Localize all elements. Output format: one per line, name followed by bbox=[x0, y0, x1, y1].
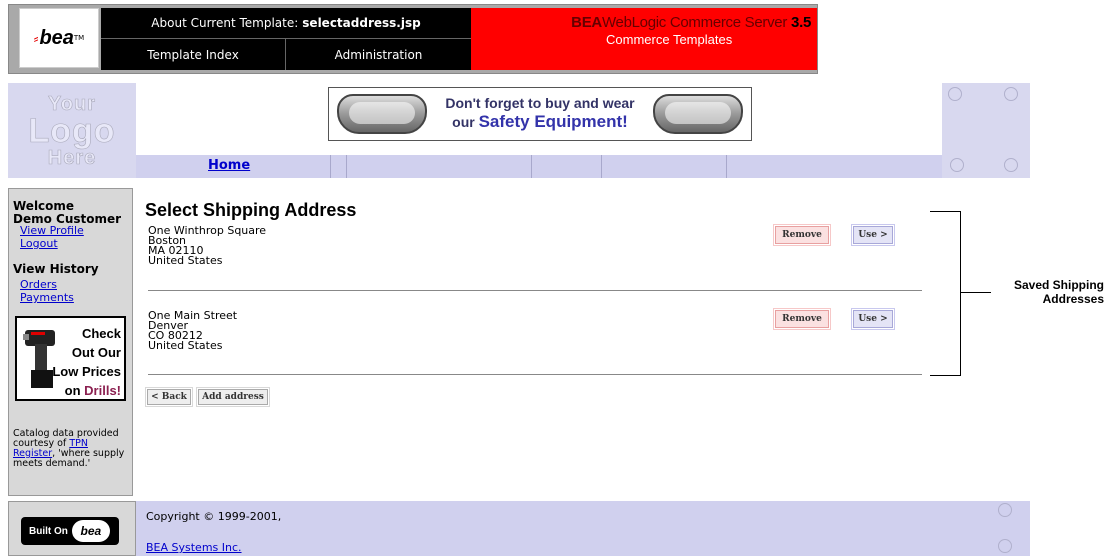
drill-ad-last-bold: Drills! bbox=[84, 383, 121, 398]
crosshair-icon bbox=[998, 503, 1012, 517]
product-name: WebLogic Commerce Server bbox=[601, 14, 788, 31]
about-template-label: About Current Template: bbox=[151, 16, 299, 30]
product-version: 3.5 bbox=[791, 14, 811, 31]
bea-systems-link[interactable]: BEA Systems Inc. bbox=[146, 541, 242, 554]
strip-divider bbox=[726, 155, 727, 178]
drill-ad-line: Low Prices bbox=[52, 364, 121, 379]
product-title: BEAWebLogic Commerce Server 3.5 bbox=[571, 14, 811, 31]
callout-leader-line bbox=[961, 292, 991, 293]
address-country: United States bbox=[148, 339, 223, 352]
ad-line-2: our Safety Equipment! bbox=[435, 112, 645, 132]
crosshair-icon bbox=[998, 539, 1012, 553]
address-divider bbox=[148, 374, 922, 375]
catalog-note-prefix: Catalog data provided courtesy of bbox=[13, 428, 119, 449]
orders-link[interactable]: Orders bbox=[20, 278, 57, 291]
address-country: United States bbox=[148, 254, 223, 267]
home-nav-strip: Home bbox=[136, 155, 942, 178]
banner-band: Your Logo Here Don't forget to buy and w… bbox=[8, 83, 1030, 178]
view-profile-link[interactable]: View Profile bbox=[20, 224, 84, 237]
callout-bracket bbox=[960, 211, 961, 376]
address-divider bbox=[148, 290, 922, 291]
drill-battery bbox=[31, 370, 53, 388]
left-sidebar: Welcome Demo Customer View Profile Logou… bbox=[8, 188, 133, 496]
logo-placeholder-line: Here bbox=[47, 146, 97, 169]
strip-divider bbox=[531, 155, 532, 178]
bea-swoosh-icon: ⸗ bbox=[33, 30, 39, 47]
callout-bracket bbox=[930, 375, 961, 376]
page-footer: Built On bea Copyright © 1999-2001, BEA … bbox=[8, 501, 1030, 556]
about-current-template[interactable]: About Current Template: selectaddress.js… bbox=[101, 8, 471, 39]
ad-line-1: Don't forget to buy and wear bbox=[445, 95, 635, 112]
use-address-button[interactable]: Use > bbox=[851, 224, 895, 246]
header-nav-panel: About Current Template: selectaddress.js… bbox=[101, 8, 471, 70]
back-button[interactable]: < Back bbox=[145, 387, 193, 407]
view-history-heading: View History bbox=[13, 262, 99, 276]
strip-divider bbox=[601, 155, 602, 178]
home-link[interactable]: Home bbox=[208, 158, 250, 173]
logout-link[interactable]: Logout bbox=[20, 237, 58, 250]
drill-stripe bbox=[31, 332, 45, 335]
drill-ad-line: Out Our bbox=[71, 345, 121, 360]
payments-link[interactable]: Payments bbox=[20, 291, 74, 304]
add-address-button[interactable]: Add address bbox=[196, 387, 270, 407]
bea-logo[interactable]: ⸗ bea TM bbox=[19, 8, 99, 68]
use-address-button[interactable]: Use > bbox=[851, 308, 895, 330]
product-brand: BEA bbox=[571, 14, 602, 31]
product-subtitle: Commerce Templates bbox=[606, 32, 733, 47]
drill-ad-line: Check bbox=[81, 326, 121, 341]
page-title: Select Shipping Address bbox=[145, 200, 357, 220]
crosshair-icon bbox=[1004, 87, 1018, 101]
ad-line-2-bold: Safety Equipment! bbox=[478, 112, 628, 132]
bea-logo-text: bea bbox=[39, 26, 74, 49]
catalog-credit-note: Catalog data provided courtesy of TPN Re… bbox=[13, 429, 131, 469]
safety-equipment-ad[interactable]: Don't forget to buy and wear our Safety … bbox=[328, 87, 752, 141]
built-on-panel: Built On bea bbox=[8, 501, 136, 556]
decorative-panel bbox=[942, 83, 1030, 178]
drill-ad-last-prefix: on bbox=[64, 383, 81, 398]
built-on-bea-badge[interactable]: Built On bea bbox=[21, 517, 119, 545]
callout-label: Saved Shipping Addresses bbox=[988, 278, 1104, 306]
drill-chuck bbox=[23, 334, 29, 340]
current-template-name: selectaddress.jsp bbox=[302, 16, 421, 30]
drill-icon bbox=[23, 326, 55, 388]
bea-logo-small: bea bbox=[71, 520, 110, 542]
drill-ad-text: Check Out Our Low Prices on Drills! bbox=[52, 324, 121, 400]
goggles-image bbox=[337, 94, 427, 134]
callout-line: Addresses bbox=[1042, 292, 1104, 306]
address-block: One Main Street Denver CO 80212 United S… bbox=[148, 310, 237, 352]
remove-address-button[interactable]: Remove bbox=[773, 308, 831, 330]
callout-line: Saved Shipping bbox=[1013, 278, 1104, 292]
trademark-mark: TM bbox=[73, 34, 85, 42]
address-block: One Winthrop Square Boston MA 02110 Unit… bbox=[148, 225, 266, 267]
logo-placeholder: Your Logo Here bbox=[8, 83, 136, 178]
ad-text: Don't forget to buy and wear our Safety … bbox=[435, 95, 645, 132]
ad-line-2-prefix: our bbox=[452, 114, 475, 131]
drill-handle bbox=[35, 344, 47, 372]
crosshair-icon bbox=[1004, 158, 1018, 172]
strip-divider bbox=[330, 155, 331, 178]
crosshair-icon bbox=[948, 87, 962, 101]
product-banner: BEAWebLogic Commerce Server 3.5 Commerce … bbox=[471, 8, 817, 70]
goggles-image bbox=[653, 94, 743, 134]
remove-address-button[interactable]: Remove bbox=[773, 224, 831, 246]
copyright-text: Copyright © 1999-2001, bbox=[146, 510, 282, 523]
drill-ad-line: on Drills! bbox=[52, 381, 121, 400]
drill-sale-ad[interactable]: Check Out Our Low Prices on Drills! bbox=[15, 316, 126, 401]
built-on-label: Built On bbox=[29, 525, 68, 537]
template-index-link[interactable]: Template Index bbox=[101, 39, 286, 70]
administration-link[interactable]: Administration bbox=[286, 39, 471, 70]
callout-bracket bbox=[930, 211, 960, 212]
welcome-heading: Welcome Demo Customer bbox=[13, 199, 121, 226]
strip-divider bbox=[346, 155, 347, 178]
logo-placeholder-line: Your bbox=[47, 92, 97, 115]
crosshair-icon bbox=[950, 158, 964, 172]
logo-placeholder-line: Logo bbox=[28, 111, 116, 150]
top-header: ⸗ bea TM About Current Template: selecta… bbox=[8, 4, 818, 74]
